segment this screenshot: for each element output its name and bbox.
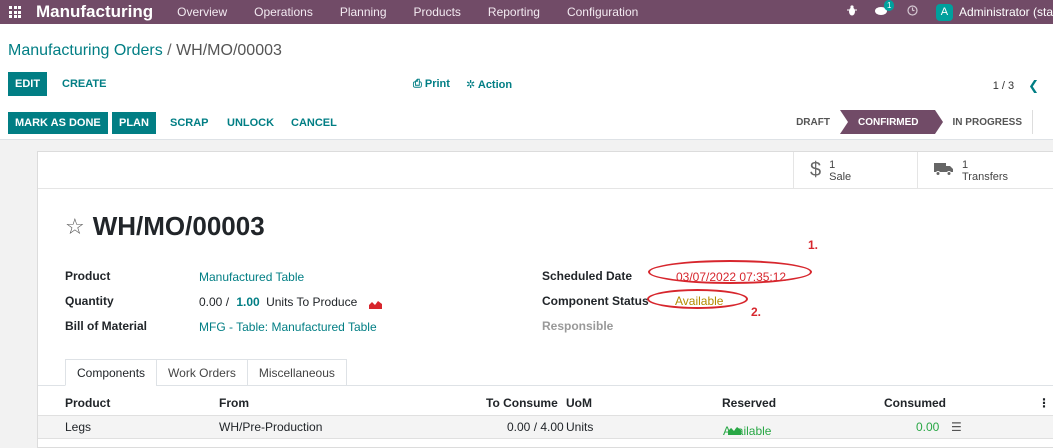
tab-miscellaneous[interactable]: Miscellaneous — [246, 359, 347, 386]
stage-in-progress[interactable]: IN PROGRESS — [935, 110, 1032, 134]
print-label: Print — [424, 78, 450, 90]
dollar-icon: $ — [810, 159, 822, 181]
components-table-header: Product From To Consume UoM Reserved Con… — [38, 392, 1053, 414]
star-icon[interactable]: ☆ — [65, 214, 85, 240]
col-to-consume[interactable]: To Consume — [486, 396, 558, 410]
column-options-icon[interactable]: ⋮ — [1038, 396, 1050, 410]
transfers-smart-button[interactable]: 1 Transfers — [917, 152, 1053, 189]
annotation-number-1: 1. — [808, 238, 819, 252]
annotation-ellipse-2 — [647, 289, 748, 309]
transfers-label: Transfers — [962, 170, 1009, 183]
cancel-button[interactable]: CANCEL — [284, 112, 344, 134]
chevron-left-icon[interactable]: ❮ — [1028, 78, 1039, 94]
product-value[interactable]: Manufactured Table — [199, 270, 304, 284]
row-product: Legs — [65, 420, 92, 434]
form-sheet: $ 1 Sale 1 Transfers ☆ WH/MO/00003 Product… — [37, 151, 1053, 448]
menu-operations[interactable]: Operations — [254, 5, 313, 19]
col-consumed[interactable]: Consumed — [884, 396, 946, 410]
mark-as-done-button[interactable]: MARK AS DONE — [8, 112, 108, 134]
breadcrumb-separator: / — [162, 42, 177, 59]
menu-configuration[interactable]: Configuration — [567, 5, 638, 19]
row-consumed[interactable]: 0.00 — [916, 420, 939, 434]
stage-confirmed[interactable]: CONFIRMED — [839, 110, 943, 134]
col-reserved[interactable]: Reserved — [722, 396, 776, 410]
app-brand[interactable]: Manufacturing — [36, 2, 153, 22]
row-from: WH/Pre-Production — [219, 420, 323, 434]
col-product[interactable]: Product — [65, 396, 110, 410]
bom-label: Bill of Material — [65, 319, 148, 333]
menu-reporting[interactable]: Reporting — [488, 5, 540, 19]
sale-smart-button[interactable]: $ 1 Sale — [793, 152, 917, 189]
edit-button[interactable]: EDIT — [8, 72, 48, 96]
unlock-button[interactable]: UNLOCK — [220, 112, 281, 134]
create-button[interactable]: CREATE — [55, 72, 113, 96]
quantity-target[interactable]: 1.00 — [236, 295, 259, 309]
breadcrumb: Manufacturing Orders / WH/MO/00003 — [8, 42, 282, 60]
user-name[interactable]: Administrator (sta — [959, 5, 1053, 19]
row-uom: Units — [566, 420, 594, 434]
transfers-count: 1 — [962, 158, 969, 171]
truck-icon — [934, 159, 954, 182]
tab-work-orders[interactable]: Work Orders — [156, 359, 248, 386]
forecast-graph-icon[interactable] — [368, 298, 382, 310]
product-label: Product — [65, 269, 111, 283]
status-bar: DRAFT CONFIRMED IN PROGRESS — [786, 110, 1053, 134]
top-navbar: Manufacturing Overview Operations Planni… — [0, 0, 1053, 24]
pager: 1 / 3 ❮ — [993, 78, 1039, 94]
apps-menu-icon[interactable] — [0, 6, 30, 18]
quantity-produced: 0.00 / — [199, 295, 230, 309]
gear-icon: ✲ — [466, 79, 476, 91]
row-details-icon[interactable]: ☰ — [951, 420, 962, 434]
pager-value[interactable]: 1 / 3 — [993, 80, 1014, 92]
col-from[interactable]: From — [219, 396, 249, 410]
plan-button[interactable]: PLAN — [112, 112, 156, 134]
record-title: WH/MO/00003 — [92, 211, 265, 241]
scheduled-date-label: Scheduled Date — [542, 269, 633, 283]
table-row[interactable]: Legs WH/Pre-Production 0.00 / 4.00 Units… — [38, 415, 1053, 439]
quantity-label: Quantity — [65, 294, 114, 308]
responsible-label: Responsible — [542, 319, 614, 333]
stage-divider — [1032, 110, 1033, 134]
tab-components[interactable]: Components — [65, 359, 158, 386]
breadcrumb-current: WH/MO/00003 — [176, 42, 282, 59]
action-label: Action — [477, 79, 513, 91]
print-icon: ⎙ — [413, 78, 422, 90]
user-avatar[interactable]: A — [935, 3, 953, 21]
control-panel: Manufacturing Orders / WH/MO/00003 EDIT … — [0, 24, 1053, 140]
reserved-graph-icon[interactable] — [728, 424, 741, 435]
quantity-field: 0.00 / 1.00 Units To Produce — [199, 295, 382, 310]
menu-overview[interactable]: Overview — [177, 5, 227, 19]
breadcrumb-parent[interactable]: Manufacturing Orders — [8, 42, 163, 59]
sale-count: 1 — [829, 158, 836, 171]
menu-planning[interactable]: Planning — [340, 5, 387, 19]
smart-buttons-bar: $ 1 Sale 1 Transfers — [38, 152, 1053, 189]
quantity-unit: Units To Produce — [266, 295, 358, 309]
action-menu[interactable]: ✲ Action — [466, 78, 512, 91]
component-status-label: Component Status — [542, 294, 649, 308]
row-to-consume: 0.00 / 4.00 — [507, 420, 564, 434]
messages-count-badge: 1 — [883, 0, 895, 11]
annotation-number-2: 2. — [751, 305, 762, 319]
notebook-tabs: Components Work Orders Miscellaneous — [65, 359, 347, 386]
bom-value[interactable]: MFG - Table: Manufactured Table — [199, 320, 377, 334]
scrap-button[interactable]: SCRAP — [163, 112, 216, 134]
annotation-ellipse-1 — [648, 260, 812, 284]
print-menu[interactable]: ⎙ Print — [413, 78, 450, 91]
menu-products[interactable]: Products — [414, 5, 461, 19]
chat-icon[interactable]: 1 — [874, 0, 895, 19]
col-uom[interactable]: UoM — [566, 396, 592, 410]
bug-icon[interactable] — [846, 5, 857, 19]
sale-label: Sale — [829, 170, 852, 183]
stage-draft[interactable]: DRAFT — [786, 110, 840, 134]
clock-icon[interactable] — [907, 5, 918, 19]
title-row: ☆ WH/MO/00003 — [65, 211, 265, 242]
